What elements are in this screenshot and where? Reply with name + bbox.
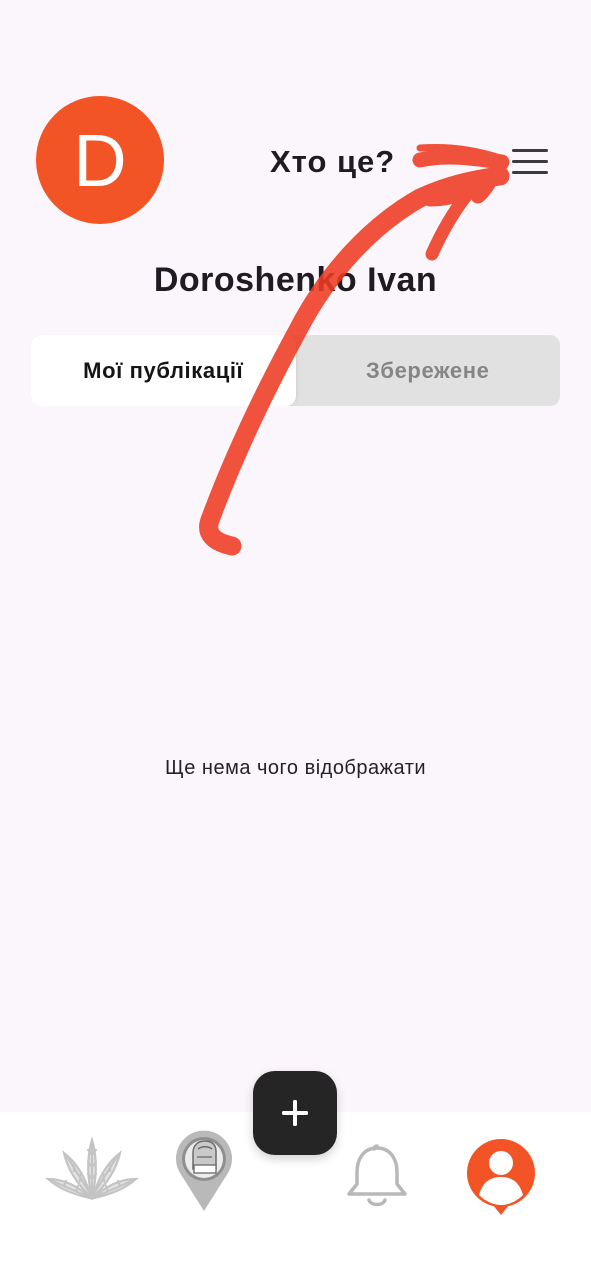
map-pin-glove-icon (176, 1130, 232, 1211)
profile-name: Doroshenko Ivan (153, 261, 438, 299)
hamburger-menu-icon (512, 149, 548, 174)
plus-icon (282, 1100, 308, 1126)
add-post-button[interactable] (253, 1071, 337, 1155)
menu-button[interactable] (504, 136, 556, 188)
chestnut-leaf-icon (45, 1136, 139, 1201)
nav-item-profile[interactable] (464, 1136, 538, 1218)
tab-my-publications[interactable]: Мої публікації (31, 335, 296, 406)
tab-saved[interactable]: Збережене (296, 335, 561, 406)
nav-item-feed[interactable] (42, 1132, 142, 1208)
bell-icon (347, 1144, 407, 1207)
tab-bar: Мої публікації Збережене (31, 335, 560, 406)
avatar[interactable]: D (36, 96, 164, 224)
profile-icon (467, 1139, 535, 1215)
header-title[interactable]: Хто це? (270, 140, 420, 184)
empty-state-message: Ще нема чого відображати (164, 757, 427, 779)
nav-item-map[interactable] (170, 1128, 238, 1214)
avatar-letter: D (73, 119, 127, 202)
nav-item-notifications[interactable] (338, 1138, 416, 1212)
profile-screen: D Хто це? Doroshenko Ivan Мої публікації… (0, 0, 591, 1280)
